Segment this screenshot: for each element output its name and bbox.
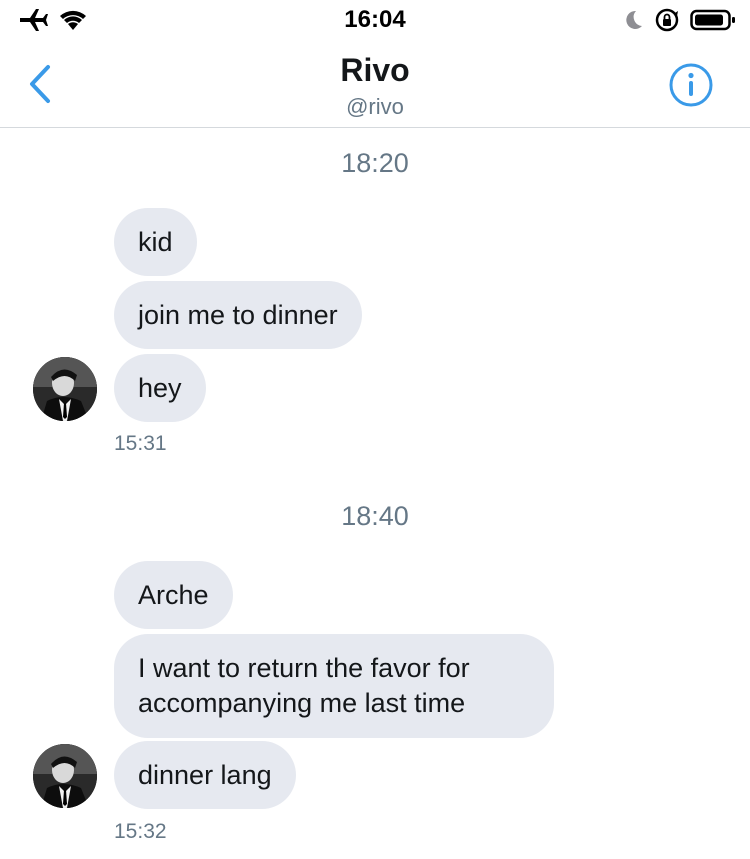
contact-name: Rivo bbox=[340, 52, 410, 88]
message-sent-time: 15:32 bbox=[114, 820, 167, 843]
message-bubble[interactable]: dinner lang bbox=[114, 741, 296, 809]
message-bubble[interactable]: join me to dinner bbox=[114, 281, 362, 349]
status-bar: 16:04 bbox=[0, 0, 750, 40]
status-right bbox=[622, 7, 736, 38]
message-sent-time: 15:31 bbox=[114, 432, 167, 455]
message-bubble[interactable]: Arche bbox=[114, 561, 233, 629]
moon-icon bbox=[622, 8, 644, 37]
info-icon bbox=[668, 63, 714, 112]
orientation-lock-icon bbox=[654, 7, 680, 38]
conversation-timestamp: 18:20 bbox=[341, 148, 409, 178]
avatar[interactable] bbox=[33, 357, 97, 421]
info-button[interactable] bbox=[668, 62, 714, 108]
avatar[interactable] bbox=[33, 744, 97, 808]
conversation-header: Rivo @rivo bbox=[0, 40, 750, 128]
conversation-timestamp: 18:40 bbox=[341, 501, 409, 531]
message-bubble[interactable]: hey bbox=[114, 354, 206, 422]
message-bubble[interactable]: kid bbox=[114, 208, 197, 276]
message-bubble[interactable]: I want to return the favor for accompany… bbox=[114, 634, 554, 738]
battery-icon bbox=[690, 8, 736, 37]
contact-handle: @rivo bbox=[346, 94, 404, 119]
